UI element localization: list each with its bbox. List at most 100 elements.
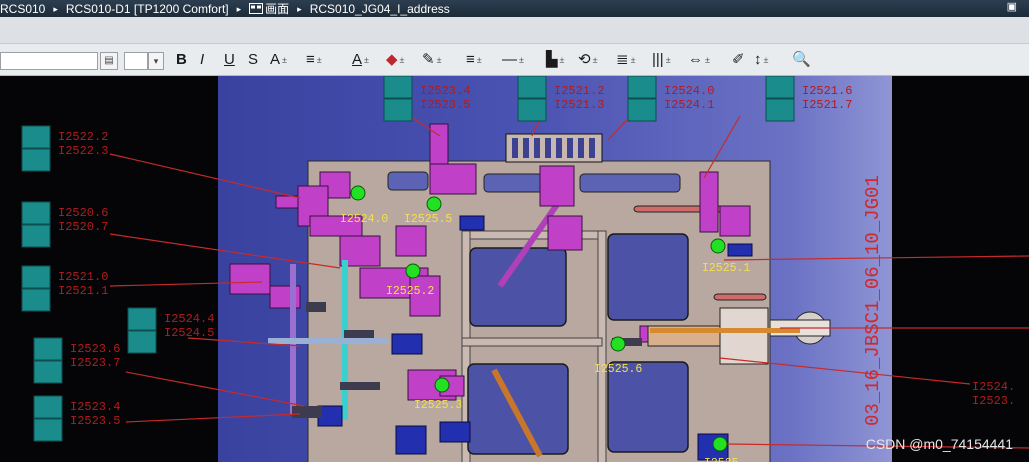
dropdown-arrow-icon[interactable]: ± — [764, 55, 769, 65]
io-address-label: I2521.7 — [802, 98, 852, 112]
chevron-down-icon[interactable]: ▾ — [148, 52, 164, 70]
order-button[interactable]: ↕ ± — [754, 50, 768, 70]
font-size-button-label: A — [270, 51, 281, 68]
sensor-housing — [439, 421, 471, 443]
io-address-label: I2524. — [972, 380, 1015, 394]
window-restore-icon[interactable]: ▣ — [1007, 0, 1017, 14]
dropdown-arrow-icon[interactable]: ± — [282, 55, 287, 65]
rotate-button[interactable]: ⟲ ± — [578, 50, 598, 70]
font-family-input[interactable] — [0, 52, 98, 70]
dropdown-arrow-icon[interactable]: ± — [437, 55, 442, 65]
breadcrumb-item-screens[interactable]: 画面 — [265, 2, 289, 16]
io-box — [33, 360, 63, 384]
fixture-block — [547, 215, 583, 251]
spacing-button[interactable]: ⇔ ± — [688, 50, 710, 70]
dropdown-arrow-icon[interactable]: ± — [519, 55, 524, 65]
sensor-address-label: I2525.5 — [404, 213, 452, 226]
screen-name-label: 03_16_JBSC1_06_10_JG01 — [862, 175, 884, 426]
bracket — [340, 382, 380, 390]
line-style-button-label: — — [502, 51, 517, 68]
distribute-button-label: ||| — [652, 51, 664, 68]
leader-line — [125, 371, 305, 407]
fixture-block — [429, 163, 477, 195]
watermark: CSDN @m0_74154441 — [865, 436, 1013, 452]
dropdown-arrow-icon[interactable]: ± — [400, 55, 405, 65]
fill-color-button[interactable]: ◆ ± — [386, 50, 405, 70]
line-color-button-label: ✎ — [422, 51, 435, 68]
sensor-dot — [712, 436, 728, 452]
dropdown-arrow-icon[interactable]: ± — [560, 55, 565, 65]
fixture-block — [539, 165, 575, 207]
io-box — [21, 201, 51, 225]
align-button[interactable]: ≡ ± — [306, 50, 322, 70]
dropdown-arrow-icon[interactable]: ± — [705, 55, 710, 65]
bracket — [344, 330, 374, 338]
clamp-slot — [556, 138, 562, 158]
italic-button[interactable]: I — [200, 50, 204, 70]
io-address-label: I2523.5 — [70, 414, 120, 428]
top-clamp — [505, 133, 603, 163]
align-objects-button-label: ▙ — [546, 51, 558, 68]
dropdown-arrow-icon[interactable]: ± — [593, 55, 598, 65]
font-size-button[interactable]: A ± — [270, 50, 287, 70]
line-style-button[interactable]: — ± — [502, 50, 524, 70]
sensor-dot — [434, 377, 450, 393]
breadcrumb-item-screen[interactable]: RCS010_JG04_I_address — [310, 2, 450, 16]
clamp-slot — [578, 138, 584, 158]
dropdown-arrow-icon[interactable]: ± — [666, 55, 671, 65]
layer-button[interactable]: ≣ ± — [616, 50, 636, 70]
sensor-housing — [391, 333, 423, 355]
io-address-label: I2521.1 — [58, 284, 108, 298]
underline-button[interactable]: U — [224, 50, 235, 70]
sensor-address-label: I2524.0 — [340, 213, 388, 226]
leader-line — [125, 413, 301, 423]
font-size-input[interactable] — [124, 52, 148, 70]
distribute-button[interactable]: ||| ± — [652, 50, 671, 70]
dropdown-arrow-icon[interactable]: ± — [477, 55, 482, 65]
actuator-stroke — [650, 328, 800, 333]
breadcrumb: RCS010 ▸ RCS010-D1 [TP1200 Comfort] ▸ 画面… — [0, 0, 1029, 17]
sensor-address-label: I2525.3 — [414, 399, 462, 412]
clamp-slot — [512, 138, 518, 158]
screen-canvas[interactable]: I2522.2 I2522.3 I2520.6 I2520.7 I2521.0 I2521… — [0, 76, 1029, 462]
align-button-label: ≡ — [306, 51, 315, 68]
plate-slot — [579, 173, 681, 193]
font-color-button[interactable]: A ± — [352, 50, 369, 70]
sensor-dot — [426, 196, 442, 212]
line-width-button[interactable]: ≡ ± — [466, 50, 482, 70]
strikethrough-button-label: S — [248, 51, 259, 68]
line-width-button-label: ≡ — [466, 51, 475, 68]
strikethrough-button[interactable]: S — [248, 50, 258, 70]
io-box — [517, 98, 547, 122]
format-painter-button[interactable]: ✐ — [732, 50, 745, 70]
dropdown-arrow-icon[interactable]: ± — [364, 55, 369, 65]
line-color-button[interactable]: ✎ ± — [422, 50, 442, 70]
leader-line — [109, 153, 301, 199]
underline-button-label: U — [224, 51, 235, 68]
dropdown-arrow-icon[interactable]: ± — [631, 55, 636, 65]
io-box — [383, 98, 413, 122]
sensor-housing — [395, 425, 427, 455]
screens-folder-icon — [249, 3, 264, 14]
clamp-slot — [523, 138, 529, 158]
fixture-block — [395, 225, 427, 257]
format-toolbar: ▤ ▾ B I U S A ± ≡ ± A ± ◆ ± ✎ ± ≡ ± — ± ▙ ± ⟲ ± ≣ ± ||| ± ⇔ ± ✐ ↕ ± 🔍 — [0, 44, 1029, 76]
io-address-label: I2522.2 — [58, 130, 108, 144]
spacing-button-label: ⇔ — [688, 51, 703, 68]
breadcrumb-separator: ▸ — [236, 3, 242, 14]
breadcrumb-item-device[interactable]: RCS010-D1 [TP1200 Comfort] — [66, 2, 229, 16]
fill-color-button-label: ◆ — [386, 51, 398, 68]
io-box — [627, 98, 657, 122]
dropdown-arrow-icon[interactable]: ± — [317, 55, 322, 65]
bold-button[interactable]: B — [176, 50, 187, 70]
font-list-icon[interactable]: ▤ — [100, 52, 118, 70]
align-objects-button[interactable]: ▙ ± — [546, 50, 565, 70]
leader-line — [109, 233, 341, 269]
breadcrumb-item-project[interactable]: RCS010 — [0, 2, 45, 16]
io-box — [21, 125, 51, 149]
zoom-button[interactable]: 🔍 — [792, 50, 811, 70]
io-box — [21, 288, 51, 312]
io-address-label: I2520.6 — [58, 206, 108, 220]
io-box — [127, 330, 157, 354]
io-box — [33, 337, 63, 361]
